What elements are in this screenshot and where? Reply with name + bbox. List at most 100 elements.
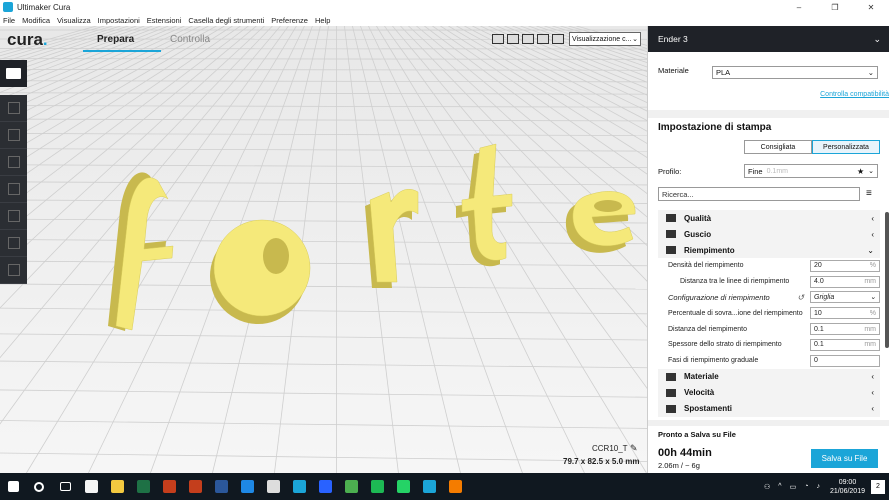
menu-view[interactable]: Visualizza <box>57 16 91 25</box>
tab-monitor[interactable]: Controlla <box>170 34 210 45</box>
menu-toolbox[interactable]: Casella degli strumenti <box>188 16 264 25</box>
rotate-tool[interactable] <box>0 149 27 176</box>
gradual-infill-steps-input[interactable]: 0 <box>810 354 880 367</box>
category-shell[interactable]: Guscio ‹ <box>658 226 880 242</box>
build-plate-grid <box>0 26 647 473</box>
mirror-icon <box>7 183 20 195</box>
view-type-select[interactable]: Visualizzazione c... ⌄ <box>569 32 641 46</box>
maximize-button[interactable]: ❐ <box>817 3 853 12</box>
infill-density-input[interactable]: 20% <box>810 259 880 272</box>
system-clock[interactable]: 09:00 21/06/2019 <box>830 478 865 496</box>
build-plate-viewport[interactable] <box>0 26 647 473</box>
search-button[interactable] <box>26 473 52 500</box>
taskbar-app-5[interactable] <box>208 473 234 500</box>
chevron-left-icon: ‹ <box>871 213 874 223</box>
windows-taskbar: ⚇ ^ ▭ ◔ ♪ 09:00 21/06/2019 2 <box>0 473 889 500</box>
per-model-settings-tool[interactable] <box>0 203 27 230</box>
chevron-down-icon: ⌄ <box>870 294 876 302</box>
taskbar-app-3[interactable] <box>156 473 182 500</box>
material-select[interactable]: PLA ⌄ <box>712 66 878 79</box>
battery-icon[interactable]: ▭ <box>790 483 797 491</box>
task-view-button[interactable] <box>52 473 78 500</box>
menu-edit[interactable]: Modifica <box>22 16 50 25</box>
menu-help[interactable]: Help <box>315 16 330 25</box>
start-button[interactable] <box>0 473 26 500</box>
recommended-mode-button[interactable]: Consigliata <box>744 140 812 154</box>
close-button[interactable]: ✕ <box>853 3 889 12</box>
tab-prepare[interactable]: Prepara <box>97 34 134 45</box>
chevron-down-icon: ⌄ <box>632 36 638 43</box>
taskbar-app-1[interactable] <box>104 473 130 500</box>
infill-overlap-input[interactable]: 10% <box>810 307 880 320</box>
category-material[interactable]: Materiale ‹ <box>658 368 880 385</box>
star-icon[interactable]: ★ <box>857 167 864 176</box>
window-title: Ultimaker Cura <box>17 2 71 12</box>
open-file-button[interactable] <box>0 60 27 87</box>
taskbar-app-8[interactable] <box>286 473 312 500</box>
view-top-icon[interactable] <box>522 34 534 44</box>
check-compatibility-link[interactable]: Controlla compatibilità <box>820 91 889 98</box>
taskbar-app-2[interactable] <box>130 473 156 500</box>
menu-preferences[interactable]: Preferenze <box>271 16 308 25</box>
pencil-icon[interactable]: ✎ <box>630 443 638 454</box>
setting-infill-wipe-distance: Distanza del riempimento 0.1 mm <box>658 321 880 337</box>
taskbar-app-13[interactable] <box>416 473 442 500</box>
extra-tool[interactable] <box>0 257 27 284</box>
profile-label: Profilo: <box>658 167 682 176</box>
menu-settings[interactable]: Impostazioni <box>98 16 140 25</box>
tray-arrow-icon[interactable]: ^ <box>778 483 781 490</box>
taskbar-apps <box>78 473 468 500</box>
view-3d-icon[interactable] <box>492 34 504 44</box>
taskbar-app-6[interactable] <box>234 473 260 500</box>
category-infill[interactable]: Riempimento ⌄ <box>658 242 880 258</box>
settings-search-input[interactable]: Ricerca... <box>658 187 860 201</box>
taskbar-app-0[interactable] <box>78 473 104 500</box>
category-travel[interactable]: Spostamenti ‹ <box>658 400 880 417</box>
notifications-button[interactable]: 2 <box>871 479 885 494</box>
app-icon <box>292 480 306 493</box>
category-quality[interactable]: Qualità ‹ <box>658 210 880 226</box>
support-blocker-tool[interactable] <box>0 230 27 257</box>
minimize-button[interactable]: – <box>781 3 817 12</box>
taskbar-app-9[interactable] <box>312 473 338 500</box>
cura-app-icon <box>3 2 13 12</box>
view-front-icon[interactable] <box>507 34 519 44</box>
view-right-icon[interactable] <box>552 34 564 44</box>
app-icon <box>266 480 280 493</box>
network-icon[interactable]: ◔ <box>804 483 808 490</box>
taskbar-app-14[interactable] <box>442 473 468 500</box>
hamburger-menu-icon[interactable]: ≡ <box>866 188 872 199</box>
taskbar-app-4[interactable] <box>182 473 208 500</box>
task-view-icon <box>59 482 71 491</box>
material-estimate: 2.06m / ~ 6g <box>658 461 700 470</box>
move-tool[interactable] <box>0 95 27 122</box>
taskbar-app-11[interactable] <box>364 473 390 500</box>
mirror-tool[interactable] <box>0 176 27 203</box>
taskbar-app-12[interactable] <box>390 473 416 500</box>
menu-file[interactable]: File <box>3 16 15 25</box>
infill-pattern-select[interactable]: Griglia ⌄ <box>810 291 880 304</box>
save-to-file-button[interactable]: Salva su File <box>811 449 878 468</box>
cura-logo: cura. <box>7 30 48 49</box>
infill-layer-thickness-input[interactable]: 0.1 mm <box>810 338 880 351</box>
infill-line-distance-input[interactable]: 4.0 mm <box>810 275 880 288</box>
chevron-left-icon: ‹ <box>871 404 874 414</box>
volume-icon[interactable]: ♪ <box>816 483 820 490</box>
infill-wipe-distance-input[interactable]: 0.1 mm <box>810 323 880 336</box>
travel-icon <box>666 404 676 413</box>
reset-icon[interactable]: ↺ <box>797 293 804 302</box>
settings-list: Qualità ‹ Guscio ‹ Riempimento ⌄ Densità… <box>658 210 880 417</box>
people-icon[interactable]: ⚇ <box>764 483 770 491</box>
menu-extensions[interactable]: Estensioni <box>147 16 182 25</box>
window-controls: – ❐ ✕ <box>781 3 889 12</box>
taskbar-app-10[interactable] <box>338 473 364 500</box>
tab-prepare-underline <box>83 50 161 52</box>
taskbar-app-7[interactable] <box>260 473 286 500</box>
settings-scrollbar[interactable] <box>885 212 889 348</box>
custom-mode-button[interactable]: Personalizzata <box>812 140 880 154</box>
scale-tool[interactable] <box>0 122 27 149</box>
view-left-icon[interactable] <box>537 34 549 44</box>
profile-select[interactable]: Fine 0.1mm ★ ⌄ <box>744 164 878 178</box>
machine-selector[interactable]: Ender 3 ⌄ <box>648 26 889 52</box>
category-speed[interactable]: Velocità ‹ <box>658 384 880 401</box>
